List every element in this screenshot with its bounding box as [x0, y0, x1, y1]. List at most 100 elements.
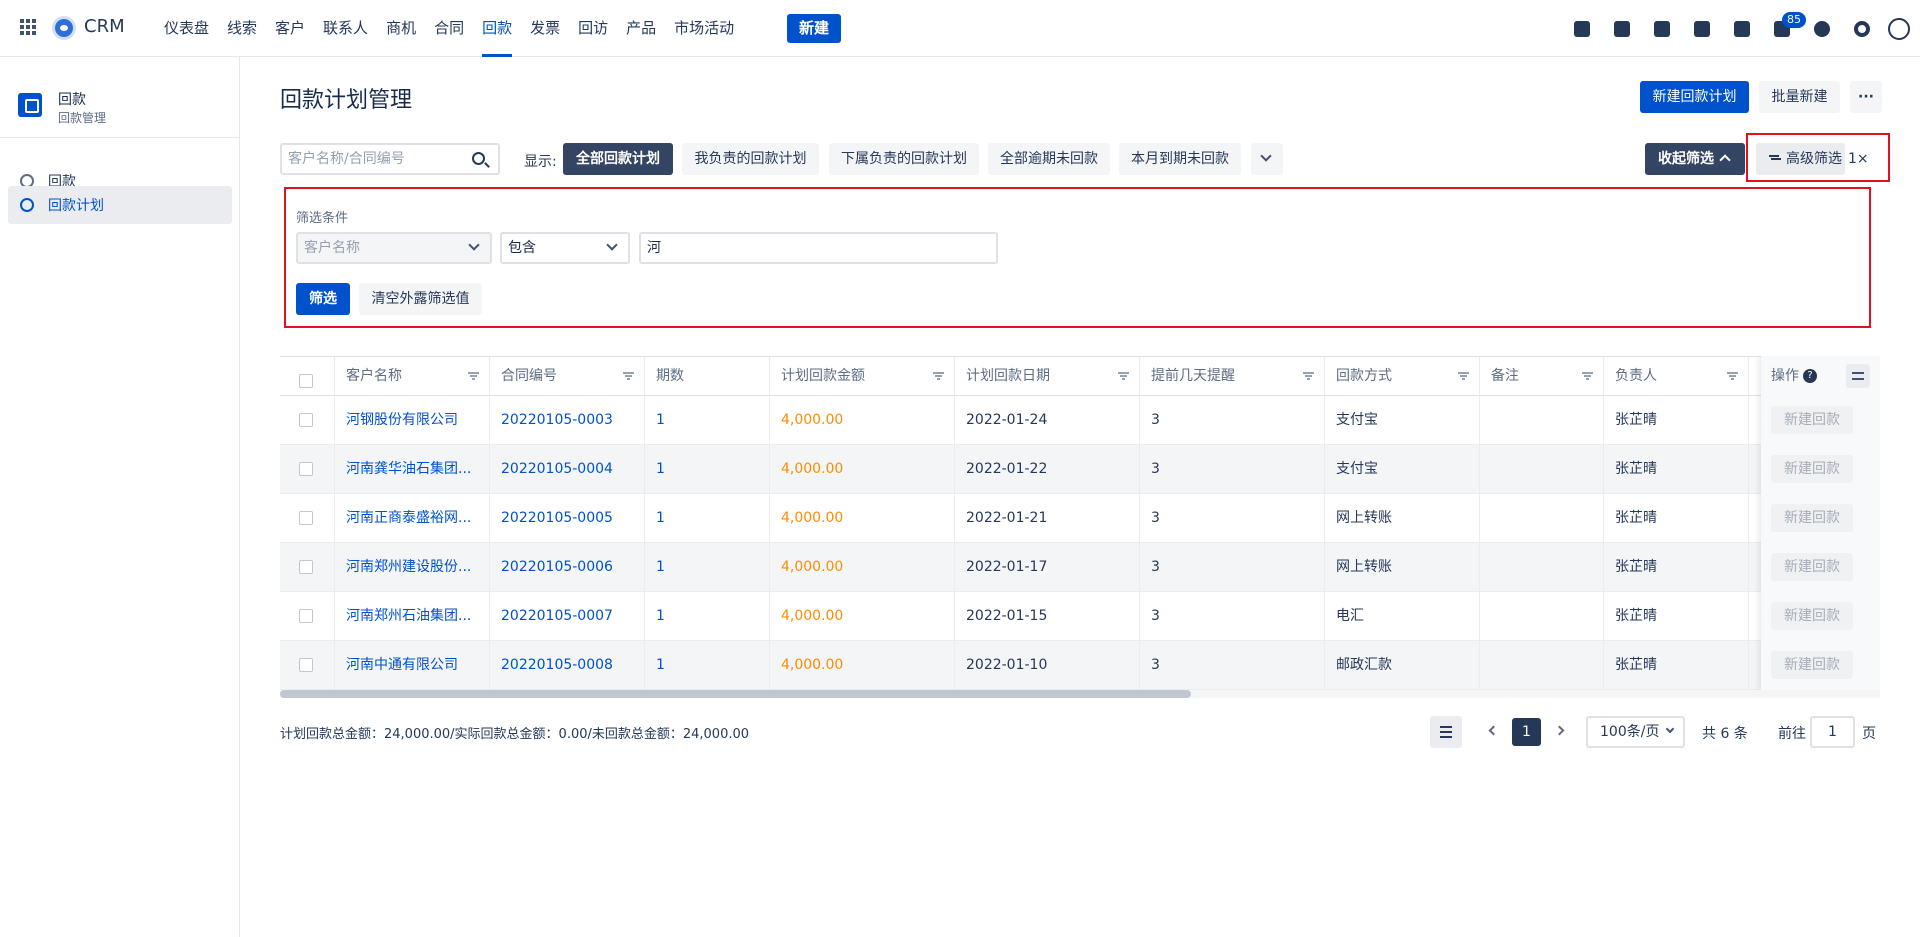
cell-period[interactable]: 1: [645, 543, 770, 591]
cell-contract[interactable]: 20220105-0008: [490, 641, 645, 689]
horizontal-scrollbar[interactable]: [280, 690, 1880, 698]
batch-new-button[interactable]: 批量新建: [1759, 81, 1840, 113]
filter-icon[interactable]: [933, 372, 944, 380]
gear-icon[interactable]: [1854, 20, 1870, 37]
calendar-icon[interactable]: [1734, 20, 1750, 37]
goto-page-input[interactable]: 1: [1810, 716, 1855, 748]
select-all-checkbox[interactable]: [299, 374, 313, 388]
filter-icon[interactable]: [1727, 372, 1738, 380]
new-payment-button[interactable]: 新建回款: [1771, 651, 1853, 679]
new-payment-button[interactable]: 新建回款: [1771, 406, 1853, 434]
cell-customer[interactable]: 河南郑州石油集团...: [335, 592, 490, 640]
global-new-button[interactable]: 新建: [787, 14, 841, 43]
table-row[interactable]: 河南郑州建设股份... 20220105-0006 1 4,000.00 2022-01…: [280, 543, 1880, 592]
filter-icon[interactable]: [1118, 372, 1129, 380]
cell-customer[interactable]: 河钢股份有限公司: [335, 396, 490, 444]
nav-item-opportunities[interactable]: 商机: [377, 0, 425, 57]
cell-customer[interactable]: 河南正商泰盛裕网...: [335, 494, 490, 542]
sidebar-item-payment-plans[interactable]: 回款计划: [8, 186, 232, 224]
cell-period[interactable]: 1: [645, 592, 770, 640]
cell-period[interactable]: 1: [645, 641, 770, 689]
filter-icon[interactable]: [623, 372, 634, 380]
task-icon[interactable]: [1574, 20, 1590, 37]
apply-filter-button[interactable]: 筛选: [296, 283, 350, 315]
search-input[interactable]: [282, 145, 452, 173]
cell-customer[interactable]: 河南龚华油石集团...: [335, 445, 490, 493]
cell-period[interactable]: 1: [645, 445, 770, 493]
cell-customer[interactable]: 河南中通有限公司: [335, 641, 490, 689]
filter-field-select[interactable]: 客户名称: [296, 232, 492, 264]
row-checkbox[interactable]: [299, 609, 313, 623]
row-checkbox[interactable]: [299, 462, 313, 476]
cell-contract[interactable]: 20220105-0006: [490, 543, 645, 591]
next-page-icon[interactable]: [1554, 725, 1565, 736]
nav-item-dashboard[interactable]: 仪表盘: [155, 0, 218, 57]
chip-due-this-month[interactable]: 本月到期未回款: [1119, 143, 1241, 175]
nav-item-marketing[interactable]: 市场活动: [665, 0, 743, 57]
table-row[interactable]: 河南郑州石油集团... 20220105-0007 1 4,000.00 2022-01…: [280, 592, 1880, 641]
nav-item-payments[interactable]: 回款: [473, 0, 521, 57]
search-icon[interactable]: [472, 152, 485, 165]
list-menu-icon[interactable]: [1430, 716, 1462, 748]
table-row[interactable]: 河南中通有限公司 20220105-0008 1 4,000.00 2022-01-10…: [280, 641, 1880, 690]
collapse-filter-button[interactable]: 收起筛选: [1645, 143, 1745, 175]
scrollbar-thumb[interactable]: [280, 690, 1191, 698]
column-header-customer[interactable]: 客户名称: [335, 357, 490, 396]
more-actions-button[interactable]: ···: [1850, 81, 1882, 113]
new-payment-button[interactable]: 新建回款: [1771, 602, 1853, 630]
prev-page-icon[interactable]: [1488, 725, 1499, 736]
avatar[interactable]: [1888, 17, 1910, 40]
phone-icon[interactable]: [1694, 20, 1710, 37]
chip-subordinate-plans[interactable]: 下属负责的回款计划: [829, 143, 979, 175]
new-payment-plan-button[interactable]: 新建回款计划: [1640, 81, 1749, 113]
help-icon[interactable]: ?: [1803, 369, 1817, 383]
table-row[interactable]: 河钢股份有限公司 20220105-0003 1 4,000.00 2022-01-24…: [280, 396, 1880, 445]
help-icon[interactable]: [1814, 20, 1830, 37]
contact-icon[interactable]: [1614, 20, 1630, 37]
nav-item-customers[interactable]: 客户: [266, 0, 314, 57]
column-header-contract[interactable]: 合同编号: [490, 357, 645, 396]
nav-item-visits[interactable]: 回访: [569, 0, 617, 57]
bell-icon[interactable]: 85: [1774, 11, 1806, 37]
table-row[interactable]: 河南龚华油石集团... 20220105-0004 1 4,000.00 2022-01…: [280, 445, 1880, 494]
row-checkbox[interactable]: [299, 413, 313, 427]
column-header-owner[interactable]: 负责人: [1604, 357, 1749, 396]
chip-all-overdue[interactable]: 全部逾期未回款: [988, 143, 1110, 175]
filter-value-input[interactable]: 河: [639, 232, 998, 264]
clear-filter-button[interactable]: 清空外露筛选值: [359, 283, 482, 315]
column-settings-icon[interactable]: [1846, 364, 1870, 388]
nav-item-leads[interactable]: 线索: [218, 0, 266, 57]
column-header-note[interactable]: 备注: [1480, 357, 1604, 396]
filter-icon[interactable]: [468, 372, 479, 380]
page-size-select[interactable]: 100条/页: [1586, 716, 1685, 748]
cell-period[interactable]: 1: [645, 396, 770, 444]
nav-item-contacts[interactable]: 联系人: [314, 0, 377, 57]
filter-icon[interactable]: [1303, 372, 1314, 380]
row-checkbox[interactable]: [299, 511, 313, 525]
document-icon[interactable]: [1654, 20, 1670, 37]
new-payment-button[interactable]: 新建回款: [1771, 553, 1853, 581]
column-header-method[interactable]: 回款方式: [1325, 357, 1480, 396]
cell-contract[interactable]: 20220105-0005: [490, 494, 645, 542]
more-chips-button[interactable]: [1251, 143, 1283, 175]
column-header-remind[interactable]: 提前几天提醒: [1140, 357, 1325, 396]
nav-item-contracts[interactable]: 合同: [425, 0, 473, 57]
nav-item-products[interactable]: 产品: [617, 0, 665, 57]
cell-contract[interactable]: 20220105-0004: [490, 445, 645, 493]
cell-contract[interactable]: 20220105-0003: [490, 396, 645, 444]
new-payment-button[interactable]: 新建回款: [1771, 504, 1853, 532]
app-grid-icon[interactable]: [20, 19, 36, 35]
chip-my-plans[interactable]: 我负责的回款计划: [682, 143, 819, 175]
cell-period[interactable]: 1: [645, 494, 770, 542]
nav-item-invoices[interactable]: 发票: [521, 0, 569, 57]
filter-icon[interactable]: [1582, 372, 1593, 380]
row-checkbox[interactable]: [299, 658, 313, 672]
current-page-button[interactable]: 1: [1512, 718, 1541, 746]
column-header-date[interactable]: 计划回款日期: [955, 357, 1140, 396]
column-header-amount[interactable]: 计划回款金额: [770, 357, 955, 396]
row-checkbox[interactable]: [299, 560, 313, 574]
cell-customer[interactable]: 河南郑州建设股份...: [335, 543, 490, 591]
column-header-period[interactable]: 期数: [645, 357, 770, 396]
filter-icon[interactable]: [1458, 372, 1469, 380]
chip-all-plans[interactable]: 全部回款计划: [563, 143, 673, 175]
